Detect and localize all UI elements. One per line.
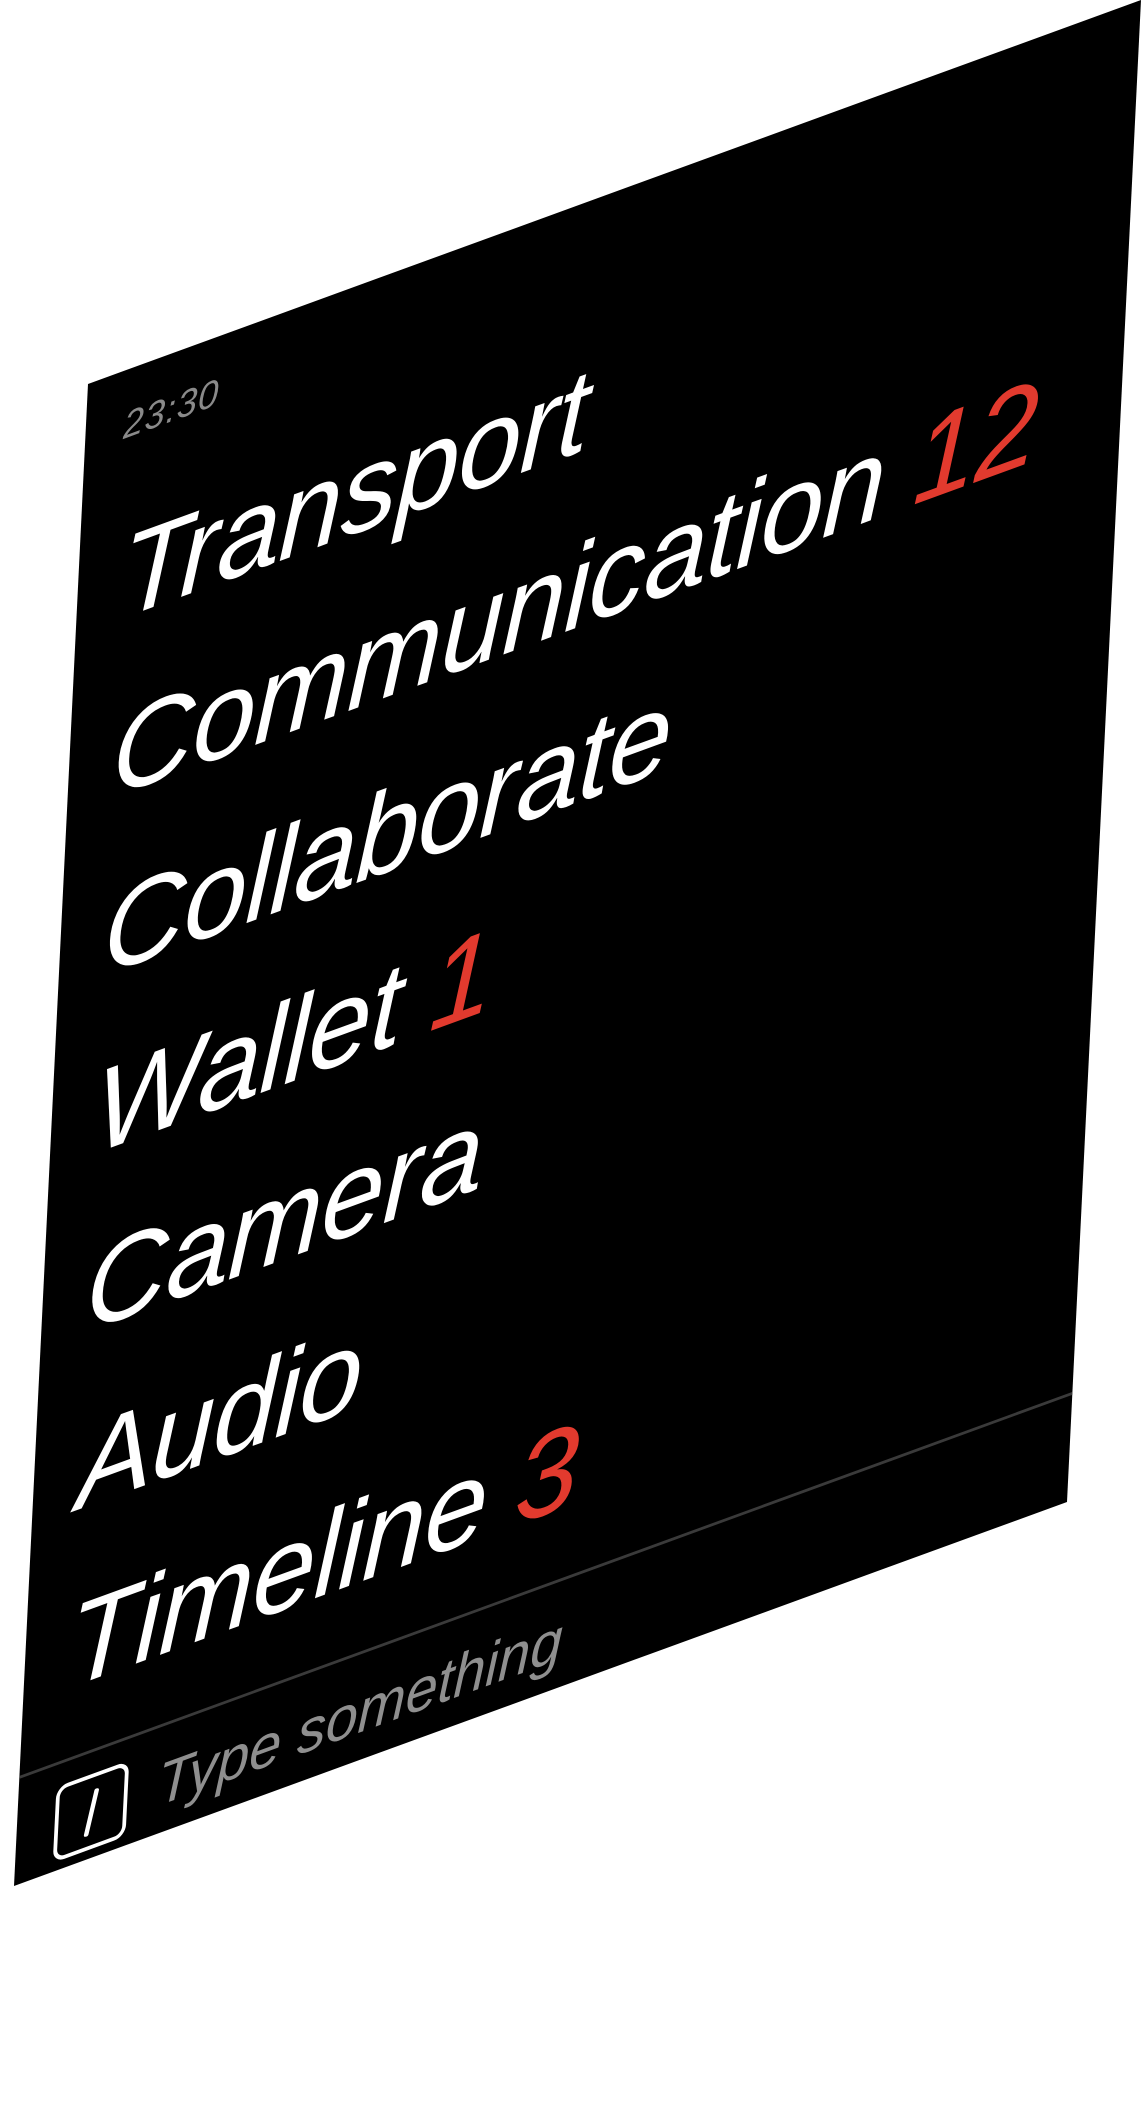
slash-command-icon[interactable] — [52, 1760, 130, 1864]
stage: 23:30 Transport Communication 12 Collabor… — [0, 0, 1141, 2109]
notification-badge: 3 — [512, 1397, 581, 1552]
status-time: 23:30 — [122, 371, 221, 449]
notification-badge: 12 — [910, 354, 1041, 532]
screen-panel: 23:30 Transport Communication 12 Collabor… — [14, 0, 1141, 1886]
notification-badge: 1 — [426, 903, 496, 1058]
